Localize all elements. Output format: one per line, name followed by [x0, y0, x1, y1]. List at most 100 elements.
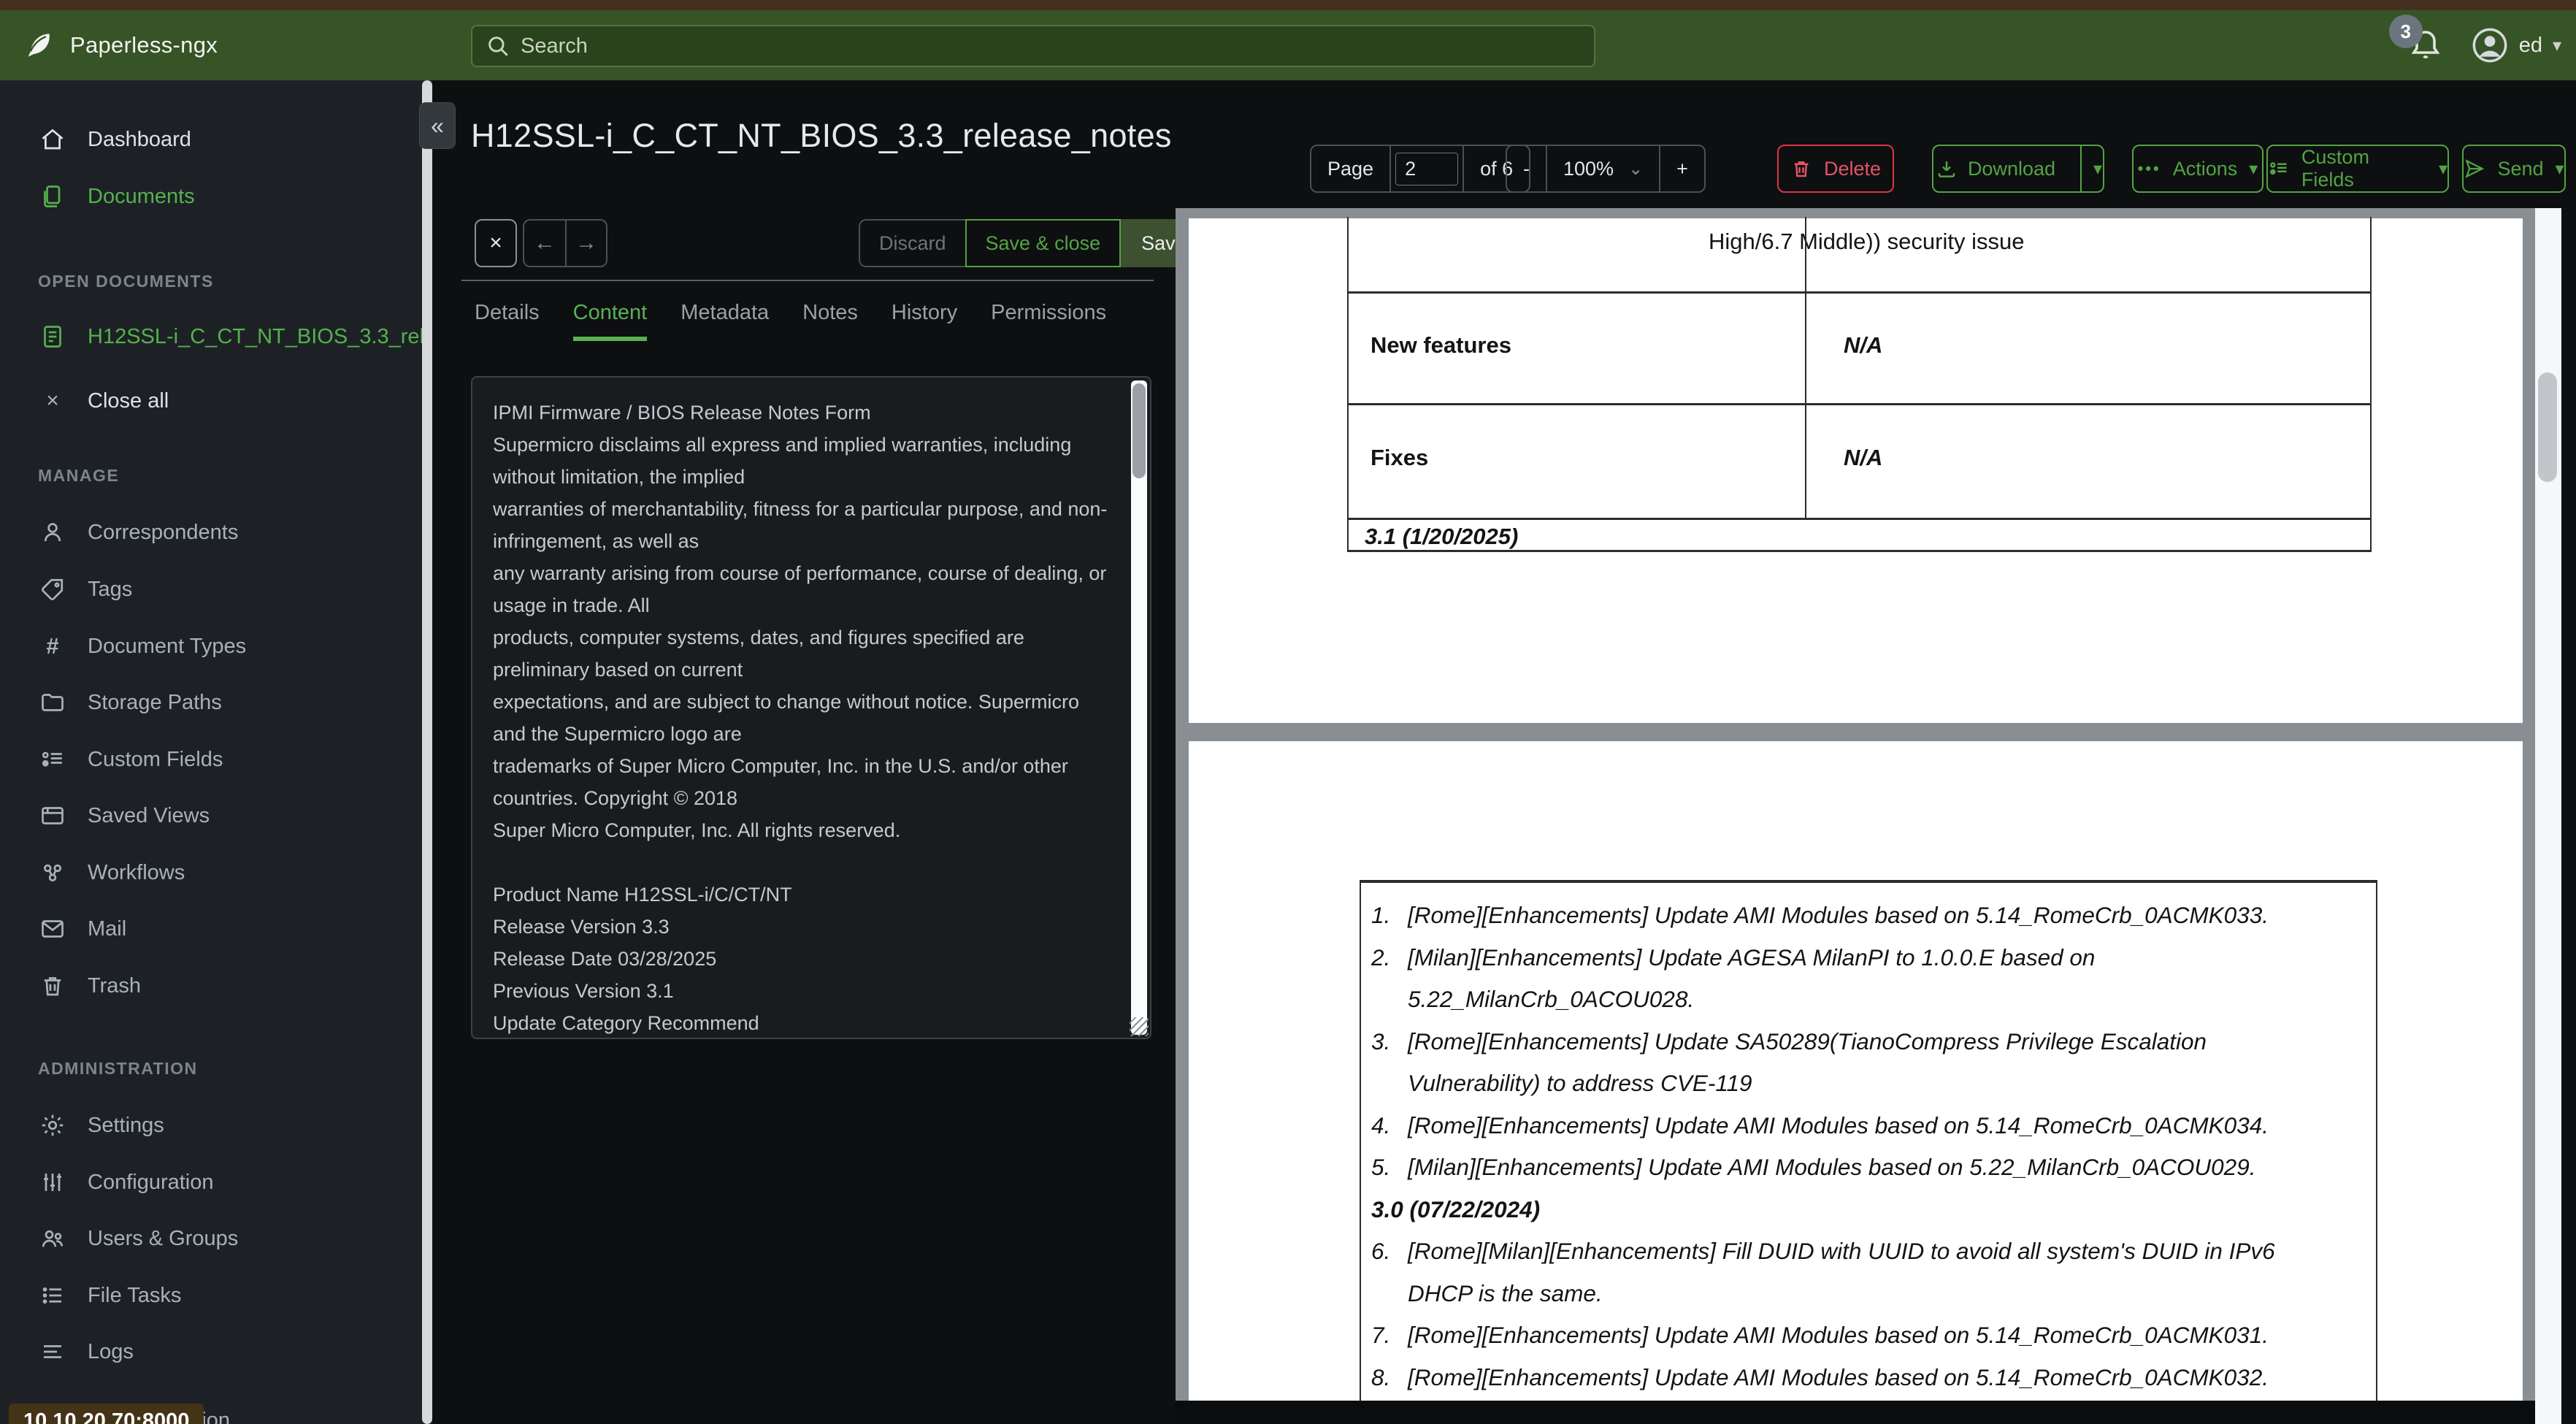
zoom-out-button[interactable]: -	[1507, 146, 1546, 191]
browser-edge-strip	[0, 0, 2576, 10]
item-number: 6.	[1371, 1238, 1391, 1265]
table-cell: N/A	[1844, 445, 1883, 470]
textarea-resize-handle[interactable]	[1130, 1017, 1149, 1036]
user-menu[interactable]: ed ▾	[2471, 26, 2561, 64]
search-icon	[486, 34, 510, 58]
workflows-icon	[38, 860, 67, 886]
item-text: [Milan][Enhancements] Update AMI Modules…	[1408, 1154, 2256, 1181]
folder-icon	[38, 689, 67, 716]
pdf-scrollbar-thumb[interactable]	[2538, 372, 2557, 482]
pdf-scrollbar[interactable]	[2535, 208, 2561, 1424]
tab-metadata[interactable]: Metadata	[681, 301, 769, 341]
sidebar-item-custom-fields[interactable]: Custom Fields	[38, 738, 223, 781]
gear-icon	[38, 1112, 67, 1138]
paperless-app: Paperless-ngx 3 ed ▾ Dashbo	[0, 0, 2576, 1424]
close-document-button[interactable]: ×	[475, 219, 517, 267]
close-icon: ×	[46, 388, 59, 413]
person-icon	[38, 519, 67, 546]
custom-fields-icon	[2270, 162, 2287, 175]
release-note-item: 1. [Rome][Enhancements] Update AMI Modul…	[1371, 895, 2376, 937]
release-note-item: 2. [Milan][Enhancements] Update AGESA Mi…	[1371, 937, 2376, 979]
release-note-item-continued: 5.22_MilanCrb_0ACOU028.	[1371, 979, 2376, 1021]
editor-scrollbar[interactable]	[1131, 380, 1147, 1035]
content-textarea[interactable]: IPMI Firmware / BIOS Release Notes Form …	[471, 376, 1151, 1039]
item-text: Vulnerability) to address CVE-119	[1408, 1070, 1752, 1097]
close-icon: ×	[489, 231, 502, 255]
custom-fields-button[interactable]: Custom Fields ▾	[2266, 145, 2449, 193]
sidebar-item-label: File Tasks	[88, 1283, 182, 1307]
sidebar-item-correspondents[interactable]: Correspondents	[38, 511, 238, 554]
avatar-icon	[2471, 26, 2509, 64]
sidebar-item-trash[interactable]: Trash	[38, 965, 141, 1007]
search-input[interactable]	[521, 34, 1581, 58]
tag-icon	[38, 576, 67, 602]
chevron-down-icon: ▾	[2438, 158, 2447, 179]
sidebar-item-label: Trash	[88, 973, 142, 998]
sidebar-item-dashboard[interactable]: Dashboard	[38, 118, 191, 161]
sidebar-item-mail[interactable]: Mail	[38, 908, 126, 950]
sidebar-item-file-tasks[interactable]: File Tasks	[38, 1274, 181, 1317]
item-number: 7.	[1371, 1322, 1391, 1349]
download-split-button[interactable]: Download ▾	[1932, 145, 2104, 193]
page-number-input[interactable]	[1395, 152, 1459, 185]
tab-content[interactable]: Content	[572, 301, 648, 341]
top-navbar: Paperless-ngx 3 ed ▾	[0, 10, 2576, 80]
tab-notes[interactable]: Notes	[802, 301, 858, 341]
release-notes-table: High/6.7 Middle)) security issue New fea…	[1347, 217, 2372, 552]
sidebar-open-document[interactable]: H12SSL-i_C_CT_NT_BIOS_3.3_rel...	[38, 315, 432, 358]
sidebar-item-settings[interactable]: Settings	[38, 1104, 164, 1147]
sidebar-item-label: Dashboard	[88, 127, 191, 151]
sidebar-item-label: Correspondents	[88, 520, 239, 544]
item-number: 5.	[1371, 1154, 1391, 1181]
send-icon	[2465, 159, 2485, 178]
sidebar-item-document-types[interactable]: # Document Types	[38, 625, 246, 667]
discard-button[interactable]: Discard	[859, 219, 965, 267]
actions-button[interactable]: ••• Actions ▾	[2132, 145, 2263, 193]
zoom-in-button[interactable]: +	[1659, 146, 1704, 191]
chevron-down-icon: ▾	[2555, 158, 2564, 179]
chevron-down-icon: ▾	[2093, 158, 2103, 179]
item-number: 4.	[1371, 1111, 1391, 1138]
chevron-down-icon: ⌄	[1628, 158, 1644, 179]
documents-icon	[38, 183, 67, 210]
download-icon	[1938, 161, 1955, 177]
sidebar-item-label: Configuration	[88, 1170, 214, 1194]
brand[interactable]: Paperless-ngx	[22, 10, 218, 80]
global-search[interactable]	[471, 25, 1595, 67]
delete-button[interactable]: Delete	[1777, 145, 1894, 193]
viewer-bottom-edge	[1176, 1401, 2535, 1424]
editor-scrollbar-thumb[interactable]	[1132, 383, 1146, 478]
notification-badge: 3	[2388, 15, 2423, 48]
zoom-level-value: 100%	[1563, 157, 1614, 180]
page-input-cell	[1389, 146, 1463, 191]
sidebar-collapse-button[interactable]: «	[419, 102, 456, 149]
zoom-level-select[interactable]: 100% ⌄	[1546, 146, 1659, 191]
close-all-button[interactable]: × Close all	[38, 380, 169, 422]
page-navigation-group: Page of 6	[1310, 145, 1531, 193]
sidebar-item-label: Custom Fields	[88, 747, 223, 771]
sidebar-item-users-groups[interactable]: Users & Groups	[38, 1217, 238, 1260]
actions-label: Actions	[2172, 157, 2238, 180]
sidebar-item-saved-views[interactable]: Saved Views	[38, 795, 210, 837]
tab-history[interactable]: History	[892, 301, 957, 341]
sidebar-item-logs[interactable]: Logs	[38, 1331, 134, 1373]
send-button[interactable]: Send ▾	[2462, 145, 2566, 193]
sidebar-item-workflows[interactable]: Workflows	[38, 851, 185, 894]
sidebar-item-configuration[interactable]: Configuration	[38, 1161, 214, 1203]
tab-details[interactable]: Details	[475, 301, 540, 341]
next-document-button[interactable]: →	[565, 221, 606, 266]
sidebar-item-tags[interactable]: Tags	[38, 568, 132, 610]
previous-document-button[interactable]: ←	[524, 221, 565, 266]
tab-permissions[interactable]: Permissions	[991, 301, 1106, 341]
notifications-button[interactable]: 3	[2388, 15, 2446, 67]
item-number: 8.	[1371, 1363, 1391, 1390]
download-caret-button[interactable]: ▾	[2080, 146, 2114, 191]
brand-title: Paperless-ngx	[70, 32, 218, 58]
trash-icon	[1794, 161, 1809, 177]
sidebar-item-documents[interactable]: Documents	[38, 175, 195, 218]
sidebar-scrollbar[interactable]	[422, 80, 432, 1424]
open-document-label: H12SSL-i_C_CT_NT_BIOS_3.3_rel...	[88, 324, 432, 348]
sidebar-item-storage-paths[interactable]: Storage Paths	[38, 681, 222, 724]
save-and-close-button[interactable]: Save & close	[965, 219, 1122, 267]
administration-header: ADMINISTRATION	[38, 1059, 198, 1078]
